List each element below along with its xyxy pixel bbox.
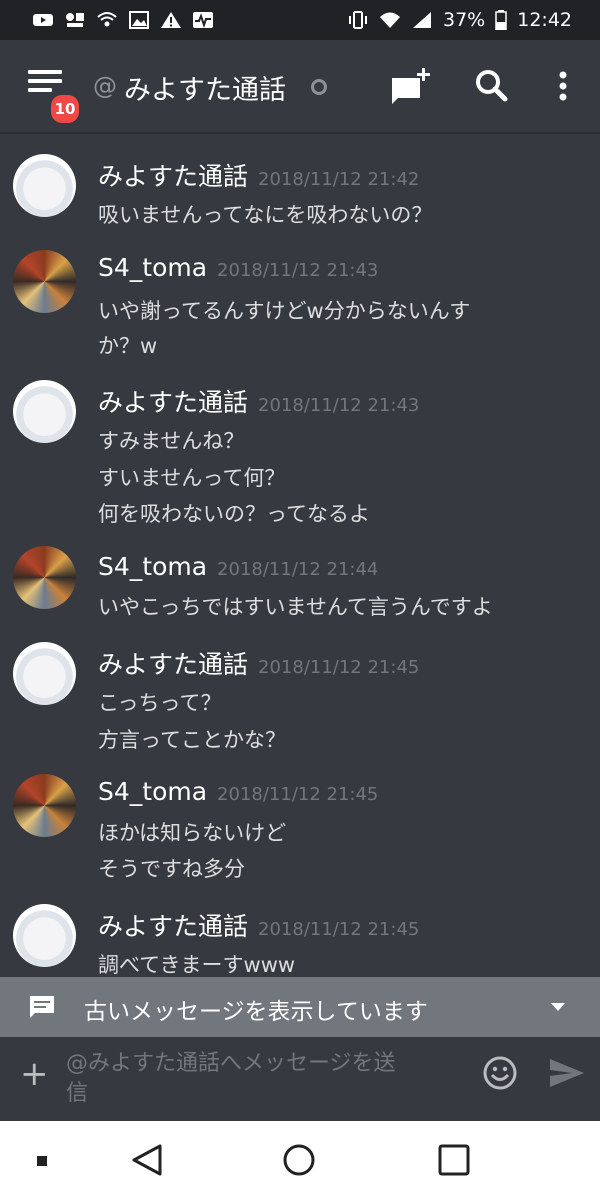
message-author-line: みよすた通話 2018/11/12 21:45 <box>98 907 419 943</box>
input-placeholder-line: 信 <box>66 1081 89 1106</box>
hamburger-icon <box>28 70 62 74</box>
timestamp: 2018/11/12 21:45 <box>258 657 420 678</box>
warning-icon <box>160 11 182 29</box>
timestamp: 2018/11/12 21:44 <box>217 559 379 580</box>
message-text: 方言ってことかな？ <box>98 728 286 752</box>
avatar[interactable] <box>13 904 76 967</box>
overflow-menu-button[interactable] <box>539 62 587 110</box>
message-text: か？w <box>98 334 158 358</box>
battery-icon <box>495 10 507 30</box>
author-name[interactable]: S4_toma <box>98 777 207 806</box>
page-title: みよすた通話 <box>124 75 286 106</box>
back-icon[interactable] <box>130 1143 164 1177</box>
channel-header: 10 @ みよすた通話 <box>0 40 600 134</box>
search-icon <box>476 70 508 102</box>
message-text: すみませんね？ <box>98 429 245 453</box>
add-attachment-button[interactable]: + <box>20 1057 49 1091</box>
message-author-line: みよすた通話 2018/11/12 21:42 <box>98 157 419 193</box>
battery-percent: 37% <box>443 9 486 31</box>
timestamp: 2018/11/12 21:43 <box>258 395 420 416</box>
avatar[interactable] <box>13 154 76 217</box>
message-text: 何を吸わないの？ってなるよ <box>98 502 370 526</box>
avatar[interactable] <box>13 546 76 609</box>
message-text: ほかは知らないけど <box>98 821 287 845</box>
viewing-older-messages-bar[interactable]: 古いメッセージを表示しています <box>0 977 600 1037</box>
input-placeholder-line: @みよすた通話へメッセージを送 <box>66 1051 396 1076</box>
message-text: いや謝ってるんすけどw分からないんす <box>98 299 471 323</box>
message-input[interactable]: @みよすた通話へメッセージを送 信 <box>66 1049 466 1109</box>
at-symbol: @ <box>93 72 117 100</box>
hamburger-icon-bottom <box>28 88 52 92</box>
search-button[interactable] <box>468 62 516 110</box>
message-text: 調べてきまーすwww <box>98 953 296 976</box>
offline-status-icon <box>311 79 327 95</box>
timestamp: 2018/11/12 21:45 <box>258 919 420 940</box>
timestamp: 2018/11/12 21:43 <box>217 260 379 281</box>
message-text: すいませんって何？ <box>98 466 286 490</box>
message-author-line: S4_toma 2018/11/12 21:45 <box>98 777 378 806</box>
author-name[interactable]: みよすた通話 <box>98 388 248 417</box>
signal-icon <box>411 11 433 29</box>
message-composer: + @みよすた通話へメッセージを送 信 <box>0 1037 600 1121</box>
timestamp: 2018/11/12 21:45 <box>217 784 379 805</box>
dot-icon[interactable] <box>36 1155 48 1167</box>
clock: 12:42 <box>517 9 572 31</box>
message-author-line: S4_toma 2018/11/12 21:44 <box>98 552 378 581</box>
more-vertical-icon <box>559 71 567 101</box>
avatar[interactable] <box>13 380 76 443</box>
avatar[interactable] <box>13 642 76 705</box>
image-icon <box>128 11 150 29</box>
unread-badge: 10 <box>48 92 82 126</box>
chat-add-icon <box>392 68 430 104</box>
message-text: 吸いませんってなにを吸わないの？ <box>98 203 433 227</box>
avatar[interactable] <box>13 250 76 313</box>
message-text: いやこっちではすいませんて言うんですよ <box>98 595 493 619</box>
hamburger-icon-middle <box>28 79 62 83</box>
author-name[interactable]: みよすた通話 <box>98 162 248 191</box>
wifi-calling-icon <box>96 11 118 29</box>
recents-icon[interactable] <box>437 1143 471 1177</box>
message-list[interactable]: みよすた通話 2018/11/12 21:42 吸いませんってなにを吸わないの？ … <box>0 134 600 976</box>
message-text: そうですね多分 <box>98 857 245 881</box>
youtube-icon <box>32 11 54 29</box>
older-messages-label: 古いメッセージを表示しています <box>84 999 428 1025</box>
chat-icon <box>30 996 54 1018</box>
wifi-icon <box>379 11 401 29</box>
status-bar: 37% 12:42 <box>0 0 600 40</box>
author-name[interactable]: S4_toma <box>98 552 207 581</box>
notification-icons <box>32 11 214 29</box>
message-author-line: S4_toma 2018/11/12 21:43 <box>98 253 378 282</box>
timestamp: 2018/11/12 21:42 <box>258 169 420 190</box>
avatar[interactable] <box>13 774 76 837</box>
pulse-app-icon <box>192 11 214 29</box>
chevron-down-icon[interactable] <box>551 1003 565 1011</box>
author-name[interactable]: みよすた通話 <box>98 912 248 941</box>
app-notification-icon <box>64 11 86 29</box>
author-name[interactable]: みよすた通話 <box>98 650 248 679</box>
emoji-icon[interactable] <box>482 1055 518 1091</box>
vibrate-icon <box>347 11 369 29</box>
author-name[interactable]: S4_toma <box>98 253 207 282</box>
home-icon[interactable] <box>282 1143 316 1177</box>
system-navigation-bar <box>0 1121 600 1200</box>
send-icon[interactable] <box>548 1057 586 1089</box>
message-author-line: みよすた通話 2018/11/12 21:43 <box>98 383 419 419</box>
system-status: 37% 12:42 <box>347 9 572 31</box>
message-author-line: みよすた通話 2018/11/12 21:45 <box>98 645 419 681</box>
new-group-dm-button[interactable] <box>386 62 434 110</box>
message-text: こっちって？ <box>98 691 222 715</box>
